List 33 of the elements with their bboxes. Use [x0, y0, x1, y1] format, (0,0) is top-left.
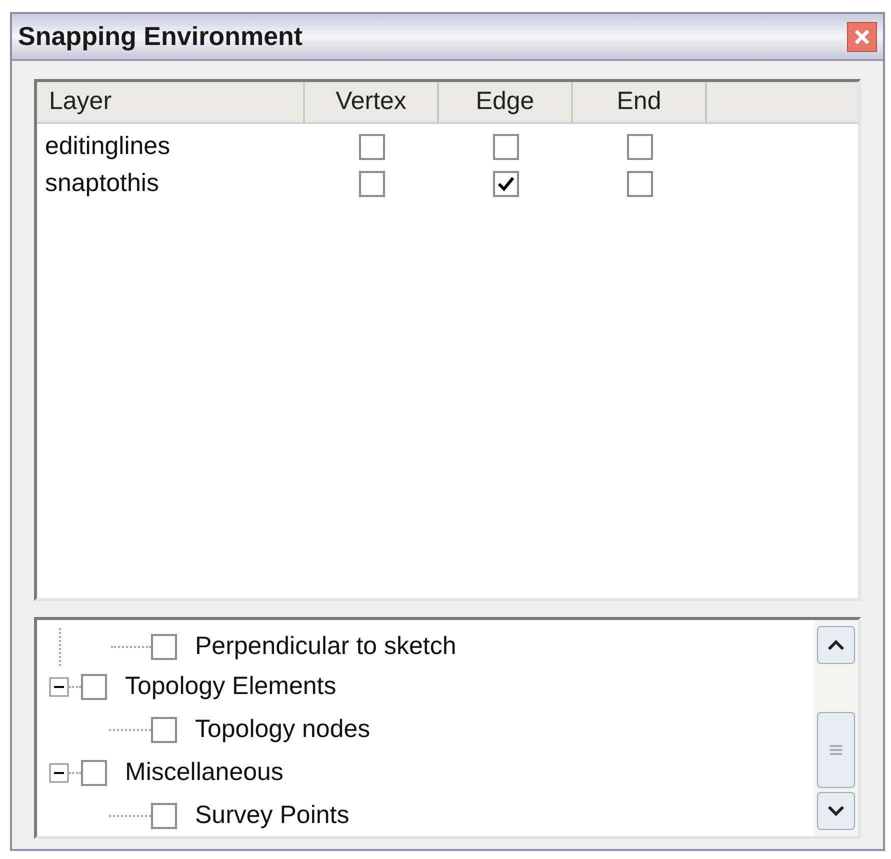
- checkbox[interactable]: [81, 760, 107, 786]
- checkbox[interactable]: [493, 171, 519, 197]
- layer-name: editinglines: [45, 132, 170, 160]
- scroll-thumb[interactable]: [817, 712, 855, 788]
- tree-item[interactable]: Perpendicular to sketch: [195, 628, 456, 666]
- window-title: Snapping Environment: [18, 20, 303, 53]
- column-header[interactable]: Edge: [439, 82, 573, 122]
- checkbox[interactable]: [493, 134, 519, 160]
- checkbox[interactable]: [151, 803, 177, 829]
- collapse-icon[interactable]: [49, 677, 69, 697]
- close-icon: [853, 28, 871, 46]
- checkbox[interactable]: [359, 171, 385, 197]
- column-header[interactable]: Vertex: [305, 82, 439, 122]
- close-button[interactable]: [847, 22, 877, 52]
- tree-item[interactable]: Miscellaneous: [125, 754, 284, 792]
- grip-icon: [829, 744, 843, 756]
- checkbox[interactable]: [81, 674, 107, 700]
- scroll-up-button[interactable]: [817, 626, 855, 664]
- scrollbar[interactable]: [814, 620, 858, 836]
- column-header[interactable]: End: [573, 82, 707, 122]
- tree-item[interactable]: Topology Elements: [125, 668, 336, 706]
- checkbox[interactable]: [151, 634, 177, 660]
- checkbox[interactable]: [627, 134, 653, 160]
- checkbox[interactable]: [359, 134, 385, 160]
- tree-item[interactable]: Topology nodes: [195, 711, 370, 749]
- check-icon: [497, 176, 515, 192]
- checkbox[interactable]: [151, 717, 177, 743]
- tree-item[interactable]: Survey Points: [195, 797, 350, 835]
- checkbox[interactable]: [627, 171, 653, 197]
- collapse-icon[interactable]: [49, 763, 69, 783]
- column-header[interactable]: Layer: [37, 82, 305, 122]
- layer-name: snaptothis: [45, 169, 159, 198]
- scroll-down-button[interactable]: [817, 792, 855, 830]
